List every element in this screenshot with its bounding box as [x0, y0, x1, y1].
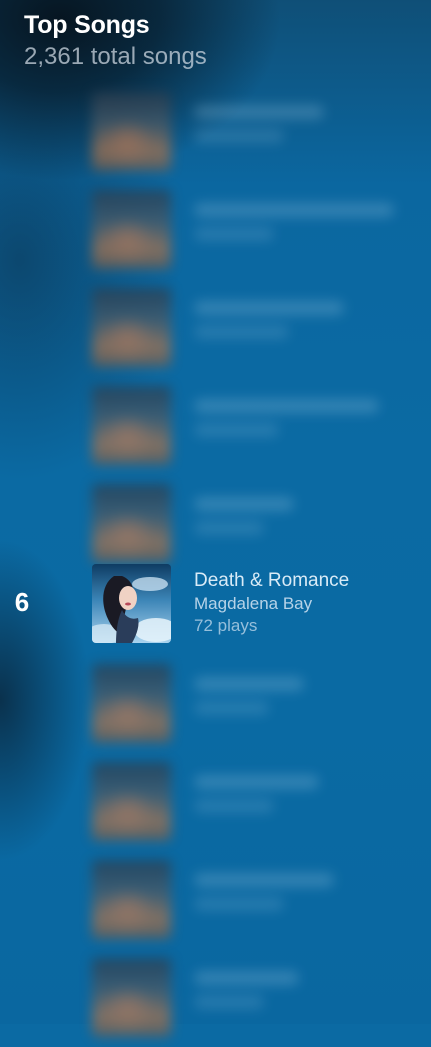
song-row-featured[interactable]: 6 Death & Romance Magdalena Bay 72 plays: [0, 555, 431, 653]
song-row-blurred[interactable]: [0, 279, 431, 377]
total-songs-count: 2,361 total songs: [24, 43, 207, 70]
song-row-blurred[interactable]: [0, 851, 431, 949]
album-art: [92, 92, 171, 171]
play-count: 72 plays: [194, 616, 258, 635]
song-row-blurred[interactable]: [0, 655, 431, 753]
song-row-blurred[interactable]: [0, 949, 431, 1047]
album-art: [92, 664, 171, 743]
song-row-blurred[interactable]: [0, 377, 431, 475]
song-row-blurred[interactable]: [0, 753, 431, 851]
album-art: [92, 386, 171, 465]
page-title: Top Songs: [24, 11, 150, 39]
album-art-image: [92, 564, 171, 643]
album-art: [92, 958, 171, 1037]
album-art: [92, 762, 171, 841]
song-title: Death & Romance: [194, 570, 350, 591]
song-row-blurred[interactable]: [0, 83, 431, 181]
album-art: [92, 484, 171, 563]
song-artist[interactable]: Magdalena Bay: [194, 593, 349, 615]
album-art: [92, 288, 171, 367]
album-art: [92, 860, 171, 939]
song-rank: 6: [14, 587, 30, 617]
header: Top Songs 2,361 total songs: [24, 10, 207, 72]
album-art: [92, 190, 171, 269]
song-info: Death & Romance Magdalena Bay 72 plays: [194, 569, 349, 637]
song-row-blurred[interactable]: [0, 181, 431, 279]
